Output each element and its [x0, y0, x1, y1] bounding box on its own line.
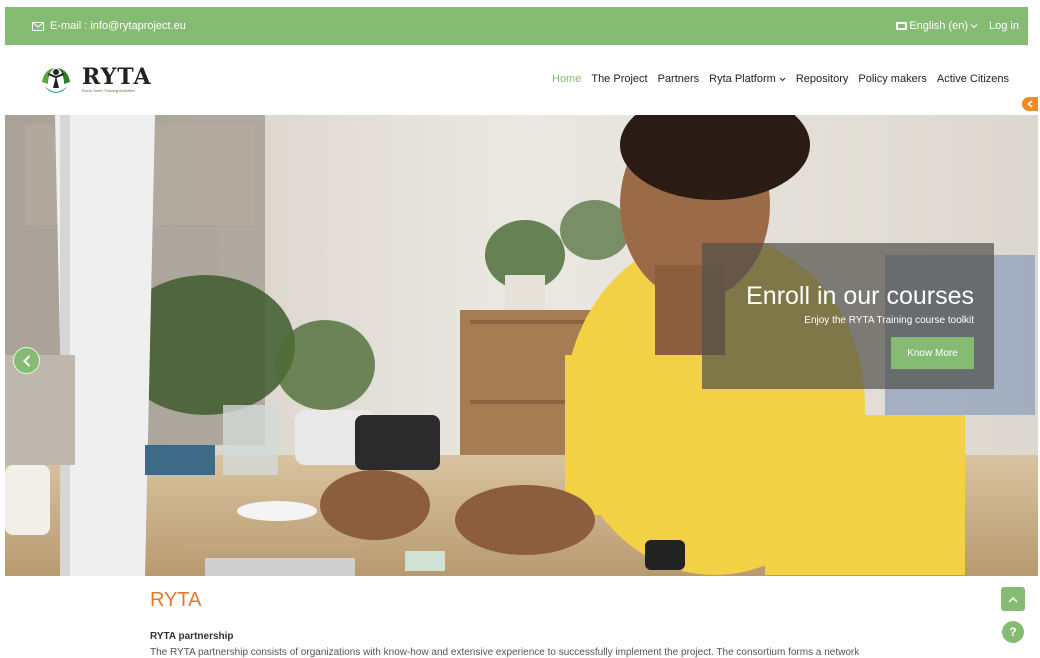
logo-wordmark: RYTA — [82, 64, 152, 90]
top-bar: E-mail : info@rytaproject.eu English (en… — [5, 7, 1028, 45]
section-subtitle: RYTA partnership — [150, 631, 234, 642]
nav-item-active-citizens[interactable]: Active Citizens — [937, 73, 1009, 85]
nav-item-the-project[interactable]: The Project — [591, 73, 647, 85]
know-more-button[interactable]: Know More — [891, 337, 974, 369]
scroll-top-button[interactable] — [1001, 587, 1025, 611]
nav-item-ryta-platform[interactable]: Ryta Platform — [709, 73, 786, 85]
language-selector[interactable]: English (en) — [896, 20, 978, 32]
mail-icon — [32, 21, 44, 31]
drawer-toggle[interactable] — [1022, 97, 1038, 111]
site-header: RYTA Rural Youth Training Activities Hom… — [5, 45, 1038, 115]
nav-item-repository[interactable]: Repository — [796, 73, 849, 85]
logo[interactable]: RYTA Rural Youth Training Activities — [36, 60, 152, 100]
chevron-down-icon — [779, 77, 786, 81]
help-icon: ? — [1009, 625, 1017, 639]
section-text: The RYTA partnership consists of organiz… — [150, 647, 860, 658]
carousel-prev-button[interactable] — [13, 347, 40, 374]
chevron-left-icon — [22, 354, 30, 367]
hero-carousel: Enroll in our courses Enjoy the RYTA Tra… — [5, 115, 1038, 576]
logo-tagline: Rural Youth Training Activities — [82, 88, 135, 93]
logo-emblem-icon — [38, 62, 74, 98]
chevron-left-icon — [1027, 100, 1033, 108]
nav-item-home[interactable]: Home — [552, 73, 581, 85]
hero-caption: Enroll in our courses Enjoy the RYTA Tra… — [702, 243, 994, 389]
language-label: English (en) — [909, 20, 969, 32]
nav-item-partners[interactable]: Partners — [658, 73, 700, 85]
nav-item-policy-makers[interactable]: Policy makers — [858, 73, 926, 85]
hero-title: Enroll in our courses — [746, 282, 974, 310]
main-nav: Home The Project Partners Ryta Platform … — [552, 73, 1009, 85]
nav-item-ryta-platform-label: Ryta Platform — [709, 73, 776, 85]
login-link[interactable]: Log in — [989, 20, 1019, 32]
hero-subtitle: Enjoy the RYTA Training course toolkit — [804, 315, 974, 326]
email-contact[interactable]: E-mail : info@rytaproject.eu — [32, 20, 186, 32]
email-text: E-mail : info@rytaproject.eu — [50, 20, 186, 32]
section-title: RYTA — [150, 589, 202, 611]
chevron-down-icon — [970, 24, 978, 29]
help-button[interactable]: ? — [1002, 621, 1024, 643]
flag-icon — [896, 22, 908, 30]
chevron-up-icon — [1008, 596, 1018, 603]
